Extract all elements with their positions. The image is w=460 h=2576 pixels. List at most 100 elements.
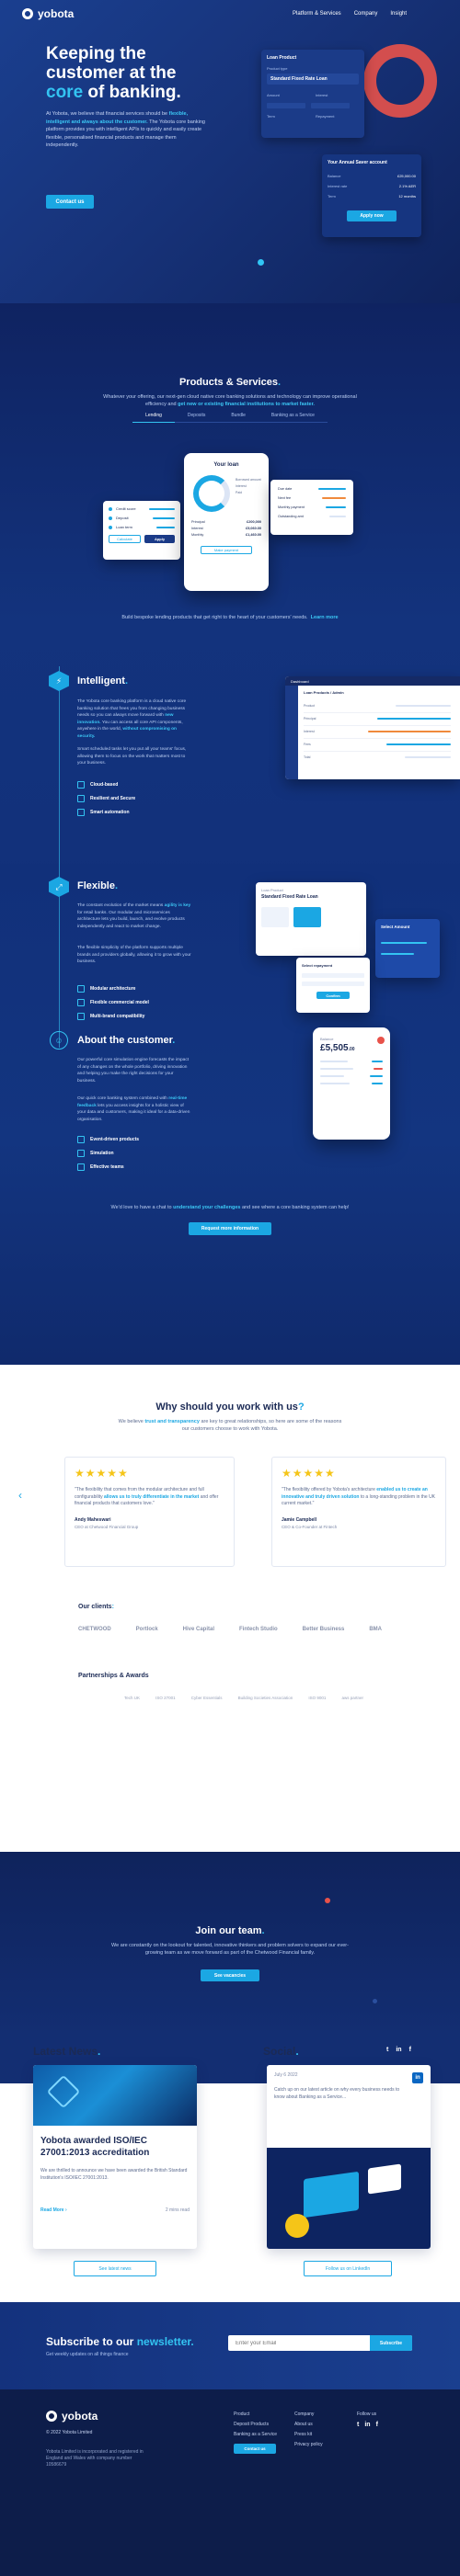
join-title-text: Join our team [195, 1925, 262, 1936]
footer-col-follow: Follow us t in f [357, 2410, 378, 2430]
linkedin-icon[interactable]: in [364, 2420, 370, 2430]
quote-text: "The flexibility offered by Yobota's arc… [282, 1487, 375, 1492]
bullet-item: Cloud-based [77, 781, 135, 789]
footer-logo[interactable]: yobota [46, 2410, 98, 2423]
calc-row: Credit score [116, 506, 136, 511]
calc-row: Loan term [116, 525, 133, 529]
read-more-link[interactable]: Read More › [40, 2207, 67, 2213]
email-input[interactable] [228, 2340, 370, 2346]
social-post-card[interactable]: July 6 2022 in Catch up on our latest ar… [267, 2065, 431, 2249]
apply-now-button[interactable]: Apply now [347, 210, 397, 221]
see-latest-news-button[interactable]: See latest news [74, 2261, 156, 2276]
bullet-item: Modular architecture [77, 985, 149, 993]
client-logo: BMA [369, 1627, 382, 1632]
repay-field[interactable] [302, 973, 364, 978]
logo-icon [46, 2411, 57, 2422]
saver-row-value: £25,000.00 [397, 174, 416, 178]
nav-item-platform[interactable]: Platform & Services [293, 11, 341, 17]
footer-link[interactable]: Company [294, 2410, 323, 2420]
slider[interactable] [153, 516, 175, 519]
slider[interactable] [156, 526, 175, 528]
contact-us-button[interactable]: Contact us [46, 195, 94, 209]
option-tile[interactable] [293, 907, 321, 927]
tab-deposits[interactable]: Deposits [174, 409, 219, 423]
subscribe-title: Subscribe to our newsletter. [46, 2335, 194, 2348]
apply-button[interactable]: Apply [144, 535, 175, 543]
about-bullets: Event-driven products Simulation Effecti… [77, 1136, 139, 1171]
footer-link[interactable]: Privacy policy [294, 2440, 323, 2450]
make-payment-button[interactable]: Make payment [201, 546, 252, 554]
footer-contact-button[interactable]: Contact us [234, 2444, 276, 2454]
post-illustration [267, 2148, 431, 2249]
carousel-prev-icon[interactable]: ‹ [18, 1489, 22, 1502]
footer-link[interactable]: Product [234, 2410, 277, 2420]
twitter-icon[interactable]: t [386, 2047, 388, 2053]
amount-slider[interactable] [381, 953, 414, 955]
loan-product-card: Loan Product Product type Standard Fixed… [261, 50, 364, 138]
schedule-row: Monthly payment [278, 505, 305, 509]
follow-linkedin-button[interactable]: Follow us on LinkedIn [304, 2261, 392, 2276]
news-card[interactable]: Yobota awarded ISO/IEC 27001:2013 accred… [33, 2065, 197, 2249]
news-section: Latest News. Social. t in f Yobota award… [0, 2036, 460, 2302]
chart-graphic [368, 2163, 401, 2195]
txn-bar [320, 1083, 350, 1084]
footer-link[interactable]: Press kit [294, 2430, 323, 2440]
loan-donut-chart [193, 475, 230, 512]
social-icons: t in f [386, 2047, 411, 2053]
tab-lending[interactable]: Lending [132, 409, 175, 423]
schedule-row: Next fee [278, 496, 292, 500]
request-info-button[interactable]: Request more information [189, 1222, 271, 1235]
flexible-text-1: The constant evolution of the market mea… [77, 903, 164, 908]
amount-slider[interactable] [381, 942, 427, 944]
linkedin-icon[interactable]: in [396, 2047, 401, 2053]
news-article-title[interactable]: Yobota awarded ISO/IEC 27001:2013 accred… [40, 2135, 190, 2159]
team-icon [77, 1163, 85, 1171]
why-title-text: Why should you work with us [155, 1401, 298, 1413]
testimonial-role: CEO & Co-Founder at Fintech [282, 1524, 338, 1529]
saver-card-title: Your Annual Saver account [328, 160, 387, 165]
footnote-text: Build bespoke lending products that get … [121, 615, 308, 620]
slider[interactable] [149, 507, 175, 510]
dashboard-bar [386, 743, 451, 745]
social-title-text: Social [263, 2045, 296, 2058]
learn-more-link[interactable]: Learn more [311, 615, 339, 620]
flexible-about-section: ⤢ Flexible. The constant evolution of th… [0, 864, 460, 1365]
confirm-button[interactable]: Confirm [316, 992, 350, 999]
facebook-icon[interactable]: f [409, 2047, 411, 2053]
tab-bundle[interactable]: Bundle [218, 409, 259, 423]
brand-logo[interactable]: yobota [22, 7, 74, 20]
subscribe-title-hl: newsletter [136, 2335, 191, 2348]
intelligent-bullets: Cloud-based Resilient and Secure Smart a… [77, 781, 135, 816]
products-title: Products & Services. [0, 377, 460, 388]
flexible-title-text: Flexible [77, 880, 115, 891]
repay-field[interactable] [302, 982, 364, 986]
nav-item-company[interactable]: Company [354, 11, 378, 17]
footer-link[interactable]: Deposit Products [234, 2420, 277, 2430]
hero-description: At Yobota, we believe that financial ser… [46, 110, 207, 150]
footer-brand-name: yobota [62, 2410, 98, 2423]
loan-input[interactable] [311, 103, 350, 108]
subscribe-button[interactable]: Subscribe [370, 2335, 412, 2351]
dashboard-bar [396, 705, 451, 707]
footer-link[interactable]: Banking as a Service [234, 2430, 277, 2440]
client-logo: Fintech Studio [239, 1627, 278, 1632]
see-vacancies-button[interactable]: See vacancies [201, 1969, 259, 1981]
facebook-icon[interactable]: f [376, 2420, 378, 2430]
footer: yobota © 2022 Yobota Limited Yobota Limi… [0, 2389, 460, 2576]
loan-field-value[interactable]: Standard Fixed Rate Loan [267, 74, 359, 85]
calculate-button[interactable]: Calculate [109, 535, 141, 543]
nav-item-insight[interactable]: Insight [390, 11, 407, 17]
twitter-icon[interactable]: t [357, 2420, 359, 2430]
txn-bar [370, 1075, 383, 1077]
products-footnote: Build bespoke lending products that get … [0, 614, 460, 621]
footer-link[interactable]: About us [294, 2420, 323, 2430]
option-tile[interactable] [261, 907, 289, 927]
loan-input[interactable] [267, 103, 305, 108]
join-title: Join our team. [0, 1925, 460, 1936]
subscribe-subtitle: Get weekly updates on all things finance [46, 2352, 129, 2357]
tab-baas[interactable]: Banking as a Service [258, 409, 328, 423]
dashboard-bar [405, 756, 451, 758]
flex-card-value: Standard Fixed Rate Loan [261, 894, 318, 900]
bullet-icon [109, 525, 112, 529]
flexible-title: Flexible. [77, 880, 119, 891]
